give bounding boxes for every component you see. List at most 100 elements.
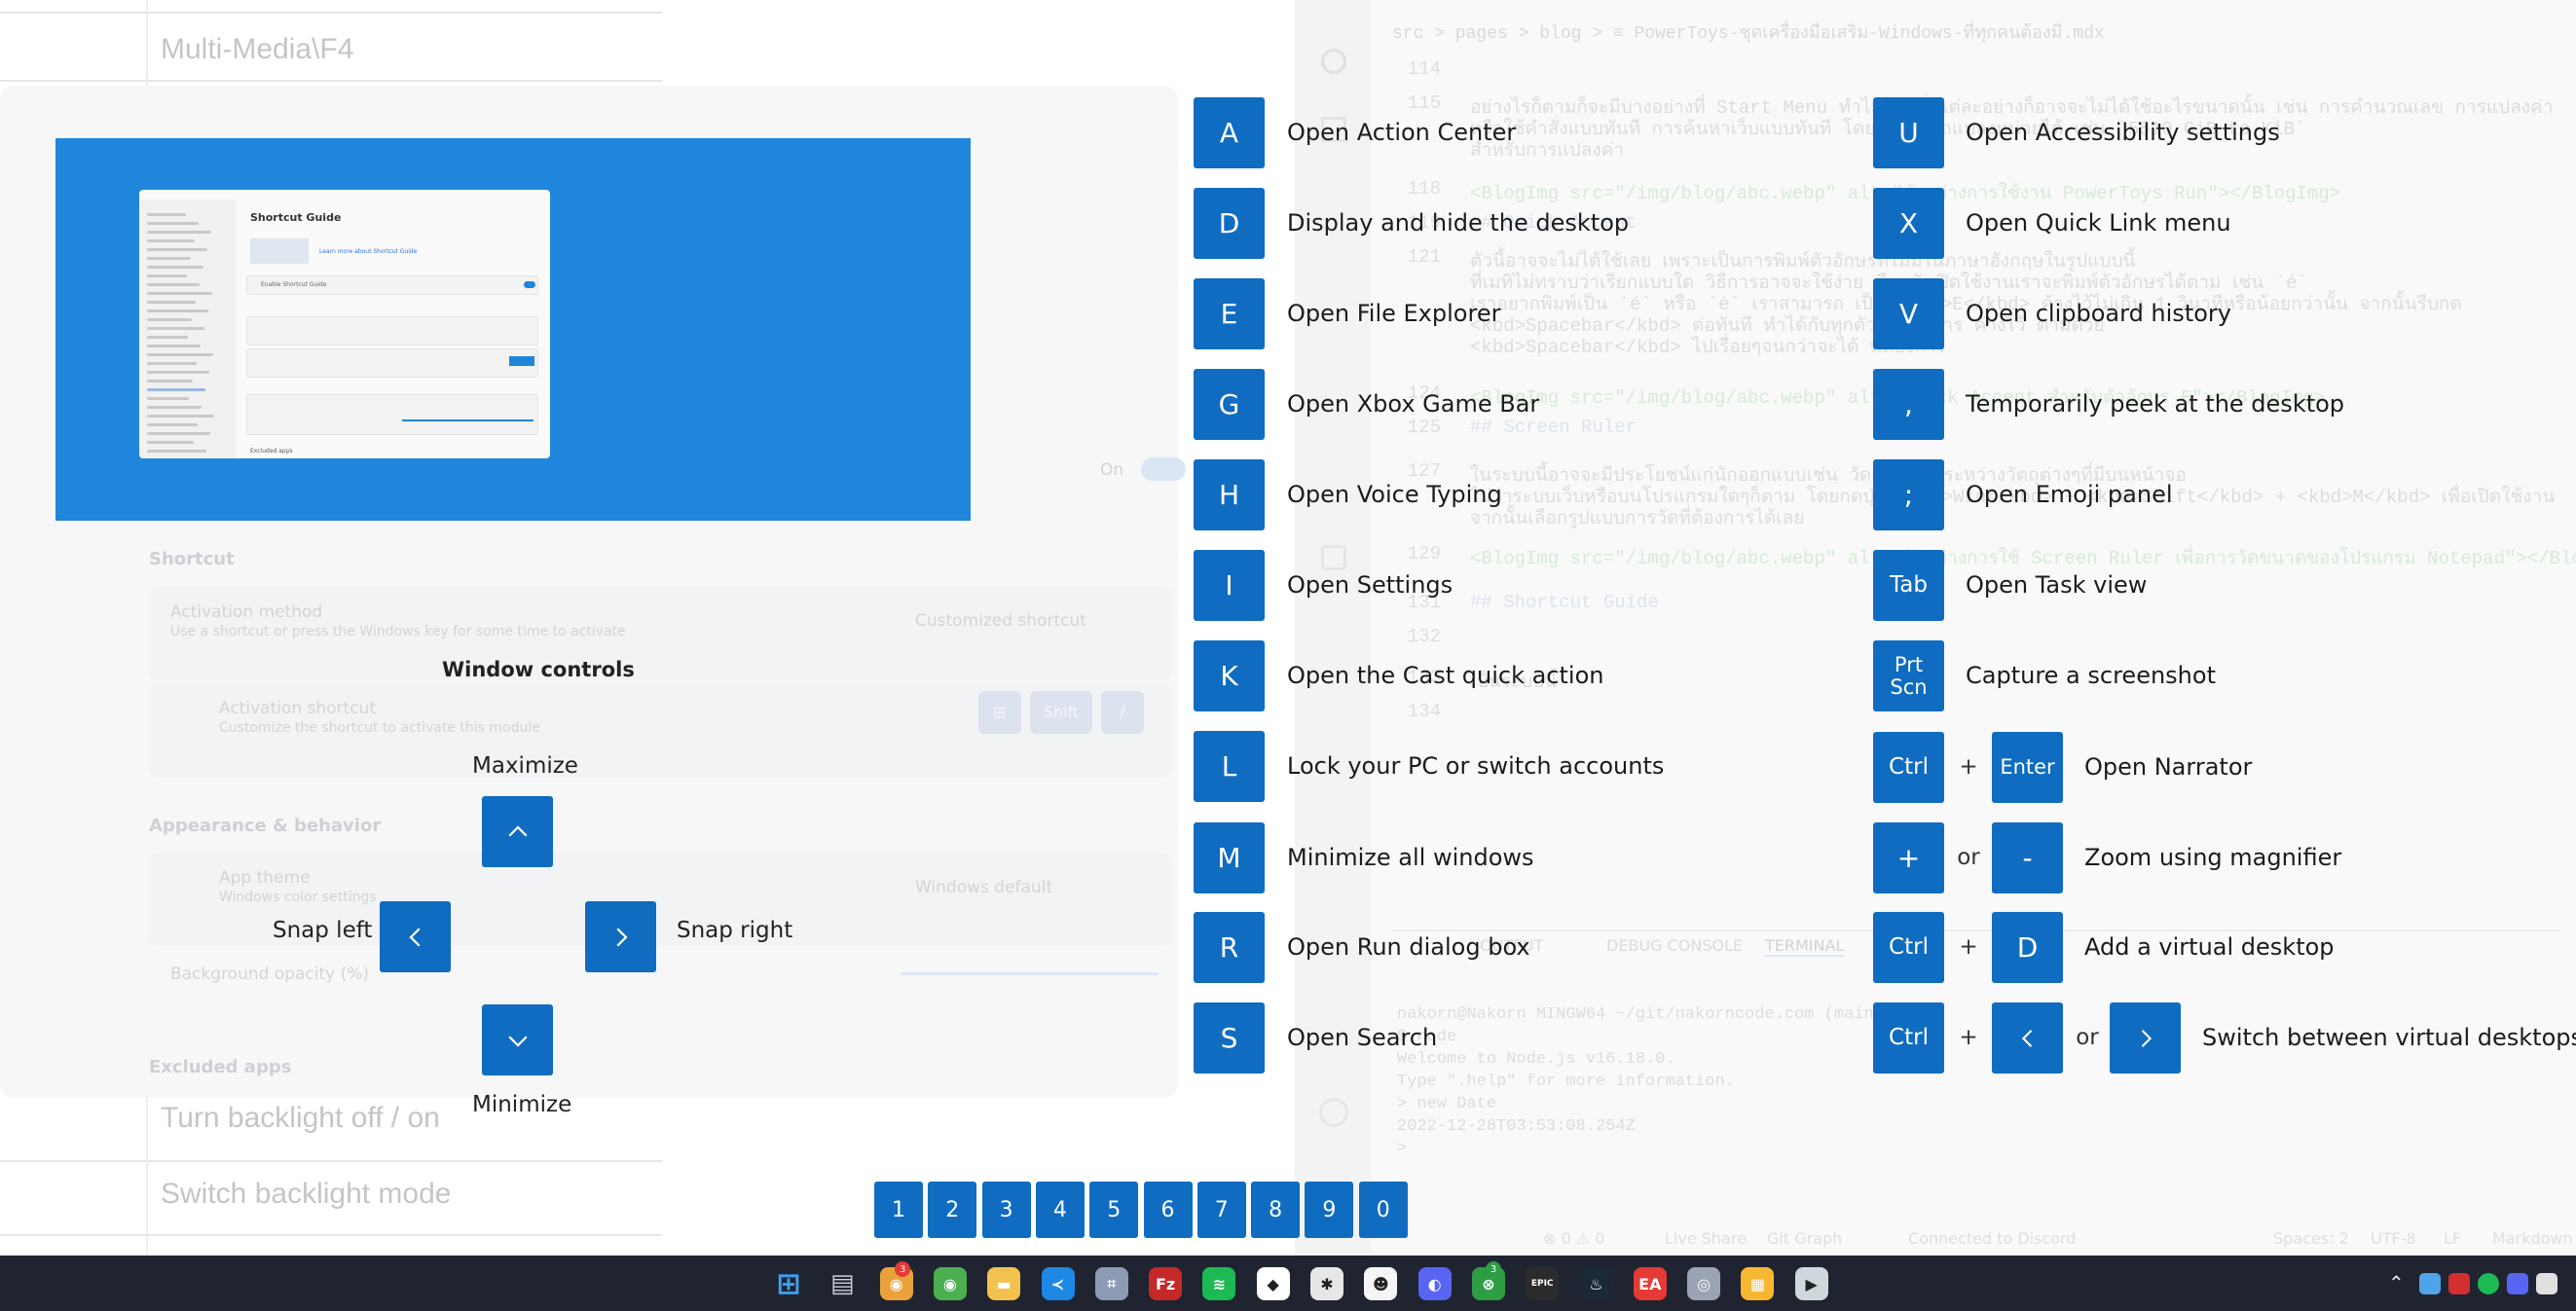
terminal-line: 2022-12-28T03:53:08.254Z: [1397, 1117, 1636, 1136]
paint-icon[interactable]: ▦: [1741, 1267, 1775, 1300]
preview-sidebar-item: [147, 415, 214, 418]
code-line: จากนั้นเลือกรูปแบบการวัดที่ต้องการได้เลย: [1470, 508, 1805, 529]
shortcut-desc: Temporarily peek at the desktop: [1966, 390, 2345, 418]
table-cell: Switch backlight mode: [161, 1178, 452, 1210]
ledger-icon[interactable]: ◆: [1256, 1267, 1290, 1300]
shortcut-desc: Open Accessibility settings: [1966, 119, 2280, 146]
media-icon[interactable]: ▶: [1794, 1267, 1828, 1300]
start-icon[interactable]: ⊞: [772, 1267, 805, 1301]
shortcut-desc: Display and hide the desktop: [1287, 209, 1630, 237]
taskbar-number-hint: 2: [928, 1182, 977, 1238]
activation-method-select[interactable]: Customized shortcut: [915, 611, 1086, 631]
notification-badge: 3: [895, 1261, 910, 1277]
preview-sidebar-item: [147, 301, 196, 304]
panel-tab-terminal[interactable]: TERMINAL: [1765, 936, 1845, 957]
search-icon[interactable]: [1321, 49, 1346, 74]
activation-method-title: Activation method: [170, 602, 323, 622]
epic-icon[interactable]: EPIC: [1526, 1267, 1560, 1300]
panda-icon[interactable]: ☻: [1364, 1267, 1398, 1300]
maximize-label: Maximize: [472, 753, 578, 779]
chevron-down-icon: [507, 1035, 528, 1047]
terminal-line: Type ".help" for more information.: [1397, 1073, 1735, 1091]
app-theme-select[interactable]: Windows default: [915, 878, 1052, 897]
shield-icon[interactable]: [2419, 1273, 2441, 1294]
status-encoding[interactable]: UTF-8: [2371, 1229, 2416, 1248]
key-r: R: [1194, 912, 1265, 983]
status-problems[interactable]: ⊗ 0 ⚠ 0: [1543, 1229, 1604, 1248]
slack-tray-icon[interactable]: [2536, 1273, 2558, 1294]
preview-keys: [509, 356, 534, 366]
activation-method-sub: Use a shortcut or press the Windows key …: [170, 624, 626, 639]
key-ctrl: Ctrl: [1873, 912, 1944, 983]
status-language[interactable]: Markdown: [2492, 1229, 2573, 1248]
preview-sidebar-item: [147, 450, 206, 453]
shortcut-desc: Open Settings: [1287, 571, 1454, 599]
preview-sidebar-item: [147, 257, 191, 260]
snap-right-label: Snap right: [677, 918, 793, 943]
chrome-icon-2[interactable]: ◉: [933, 1267, 967, 1300]
spotify-tray-icon[interactable]: [2478, 1273, 2499, 1294]
shortcut-desc-add-desktop: Add a virtual desktop: [2084, 933, 2335, 961]
taskbar-number-hint: 4: [1035, 1182, 1085, 1238]
app-theme-title: App theme: [219, 868, 311, 888]
taskbar-number-hint: 6: [1143, 1182, 1193, 1238]
combo-joiner: or: [1957, 845, 1980, 870]
shortcut-desc: Open the Cast quick action: [1287, 662, 1604, 689]
spotify-icon[interactable]: ≋: [1202, 1267, 1236, 1300]
status-spaces[interactable]: Spaces: 2: [2273, 1229, 2349, 1248]
steam-icon[interactable]: ♨: [1579, 1267, 1613, 1300]
preview-sidebar-item: [147, 274, 187, 277]
chevron-up-icon[interactable]: ⌃: [2388, 1271, 2405, 1294]
status-git-graph[interactable]: Git Graph: [1767, 1229, 1842, 1248]
preview-sidebar-item: [147, 353, 213, 356]
key-left-arrow: [1992, 1002, 2063, 1074]
taskbar-number-hint: 5: [1089, 1182, 1139, 1238]
vscode-icon[interactable]: ≺: [1041, 1267, 1075, 1300]
snap-right-key: [585, 901, 656, 972]
combo-joiner: +: [1959, 934, 1978, 960]
table-divider: [0, 1234, 662, 1236]
opacity-slider[interactable]: [901, 972, 1159, 975]
shortcut-desc: Open clipboard history: [1966, 300, 2231, 327]
chevron-right-icon: [615, 927, 628, 947]
panel-tab-debug[interactable]: DEBUG CONSOLE: [1606, 936, 1743, 955]
discord-icon[interactable]: ◐: [1417, 1267, 1452, 1300]
status-eol[interactable]: LF: [2444, 1229, 2461, 1248]
app-icon[interactable]: [2448, 1273, 2470, 1294]
key-v: V: [1873, 278, 1944, 349]
app-theme-sub: Windows color settings: [219, 890, 377, 905]
taskbar-number-hint: 8: [1251, 1182, 1301, 1238]
preview-sidebar-item: [147, 266, 203, 269]
preview-hero-image: [250, 238, 309, 264]
shortcut-desc: Open Action Center: [1287, 119, 1517, 146]
taskbar-number-hint: 3: [981, 1182, 1031, 1238]
preview-title: Shortcut Guide: [250, 211, 342, 224]
enable-toggle[interactable]: [1141, 457, 1186, 481]
key-x: X: [1873, 188, 1944, 259]
file-icon[interactable]: ▤: [826, 1267, 859, 1300]
status-live-share[interactable]: Live Share: [1665, 1229, 1747, 1248]
account-icon[interactable]: [1319, 1098, 1348, 1127]
code-line-number: 114: [1407, 58, 1441, 80]
shortcut-desc: Open Emoji panel: [1966, 481, 2173, 508]
folder-icon[interactable]: ▬: [987, 1267, 1021, 1300]
table-divider: [0, 12, 662, 14]
filezilla-icon[interactable]: Fz: [1149, 1267, 1183, 1300]
table-divider: [0, 1160, 662, 1162]
preview-sidebar-item: [147, 310, 208, 312]
network-icon[interactable]: ⌗: [1094, 1267, 1128, 1300]
combo-joiner: or: [2076, 1025, 2099, 1050]
key-right-arrow: [2110, 1002, 2181, 1074]
preview-slider: [402, 419, 534, 421]
status-discord[interactable]: Connected to Discord: [1908, 1229, 2077, 1248]
ea-icon[interactable]: EA: [1633, 1267, 1667, 1300]
discord-tray-icon[interactable]: [2507, 1273, 2528, 1294]
notification-badge-count: 3: [899, 1263, 906, 1275]
key-k: K: [1194, 640, 1265, 711]
key-m: M: [1194, 822, 1265, 893]
slack-icon[interactable]: ✱: [1310, 1267, 1343, 1300]
taskbar-number-hint: 9: [1305, 1182, 1354, 1238]
key-minus: -: [1992, 822, 2063, 893]
shortcut-key-slash: /: [1101, 691, 1144, 734]
ubisoft-icon[interactable]: ◎: [1687, 1267, 1721, 1300]
